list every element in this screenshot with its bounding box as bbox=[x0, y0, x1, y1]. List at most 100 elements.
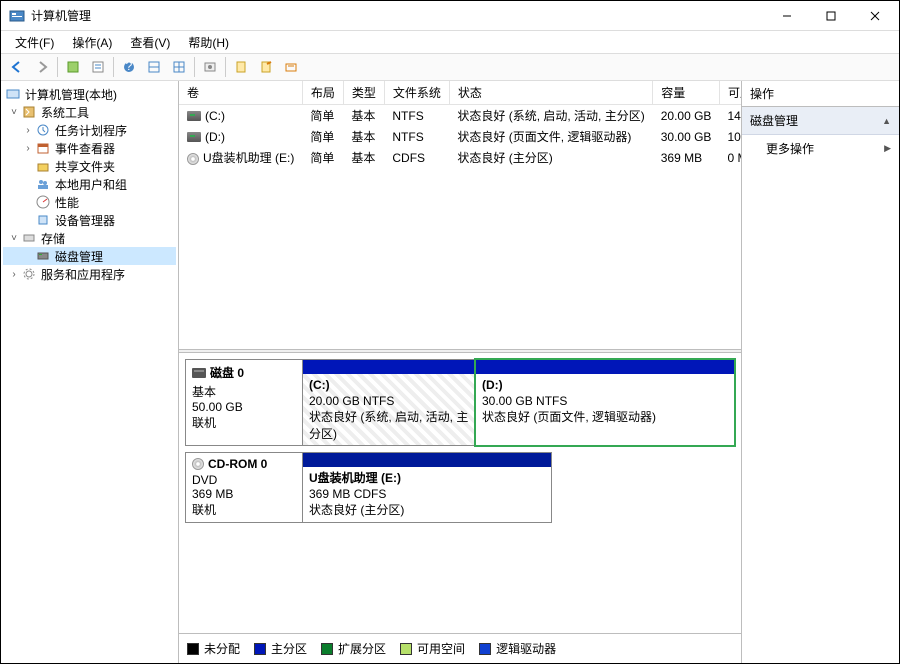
drive-icon bbox=[187, 132, 201, 142]
main-pane: 卷布局类型文件系统状态容量可用空间% 可用 (C:)简单基本NTFS状态良好 (… bbox=[179, 81, 742, 663]
volume-list[interactable]: 卷布局类型文件系统状态容量可用空间% 可用 (C:)简单基本NTFS状态良好 (… bbox=[179, 81, 741, 349]
legend-item: 主分区 bbox=[254, 640, 307, 657]
actions-pane: 操作 磁盘管理 ▲ 更多操作 ▶ bbox=[742, 81, 899, 663]
legend-label: 可用空间 bbox=[417, 640, 465, 657]
tree-node-level2[interactable]: 性能 bbox=[3, 193, 176, 211]
legend-label: 主分区 bbox=[271, 640, 307, 657]
column-header[interactable]: 容量 bbox=[653, 81, 720, 105]
refresh-button[interactable] bbox=[61, 55, 85, 79]
partition-status: 状态良好 (主分区) bbox=[309, 502, 545, 518]
partition[interactable]: (C:)20.00 GB NTFS状态良好 (系统, 启动, 活动, 主分区) bbox=[302, 359, 476, 446]
disk-name: CD-ROM 0 bbox=[208, 457, 267, 471]
disk-row: 磁盘 0 基本50.00 GB联机 (C:)20.00 GB NTFS状态良好 (系… bbox=[185, 359, 735, 446]
action-attach-button[interactable] bbox=[254, 55, 278, 79]
computer-icon bbox=[5, 86, 21, 102]
action-new-button[interactable] bbox=[229, 55, 253, 79]
actions-more[interactable]: 更多操作 ▶ bbox=[742, 135, 899, 162]
folder-icon bbox=[21, 266, 37, 282]
tree-toggle-icon[interactable]: › bbox=[21, 143, 35, 154]
tree-node-level1[interactable]: ›服务和应用程序 bbox=[3, 265, 176, 283]
chevron-right-icon: ▶ bbox=[884, 143, 891, 154]
tree-node-level2[interactable]: ›事件查看器 bbox=[3, 139, 176, 157]
column-header[interactable]: 状态 bbox=[449, 81, 652, 105]
svg-text:?: ? bbox=[126, 60, 133, 73]
menu-view[interactable]: 查看(V) bbox=[122, 32, 178, 53]
tree-node-level2[interactable]: 本地用户和组 bbox=[3, 175, 176, 193]
chevron-up-icon: ▲ bbox=[882, 116, 891, 126]
disk-info-box[interactable]: 磁盘 0 基本50.00 GB联机 bbox=[185, 359, 303, 446]
disc-icon bbox=[187, 153, 199, 165]
partition-size: 30.00 GB NTFS bbox=[482, 393, 728, 409]
close-button[interactable] bbox=[853, 2, 897, 30]
tree-root[interactable]: 计算机管理(本地) bbox=[3, 85, 176, 103]
menu-help[interactable]: 帮助(H) bbox=[180, 32, 237, 53]
tree-node-level2[interactable]: › 任务计划程序 bbox=[3, 121, 176, 139]
view-list-button[interactable] bbox=[142, 55, 166, 79]
disk-state: 联机 bbox=[192, 414, 296, 431]
tree-pane[interactable]: 计算机管理(本地) ˅ 系统工具 › 任务计划程序›事件查看器共享文件夹本地用户和组性… bbox=[1, 81, 179, 663]
tree-toggle-icon[interactable]: › bbox=[7, 269, 21, 280]
view-detail-button[interactable] bbox=[167, 55, 191, 79]
disk-info-box[interactable]: CD-ROM 0DVD369 MB联机 bbox=[185, 452, 303, 523]
volume-row[interactable]: (C:)简单基本NTFS状态良好 (系统, 启动, 活动, 主分区)20.00 … bbox=[179, 105, 741, 127]
disk-size: 50.00 GB bbox=[192, 400, 296, 414]
item-icon bbox=[35, 194, 51, 210]
minimize-button[interactable] bbox=[765, 2, 809, 30]
help-button[interactable]: ? bbox=[117, 55, 141, 79]
disk-row: CD-ROM 0DVD369 MB联机U盘装机助理 (E:)369 MB CDF… bbox=[185, 452, 735, 523]
disk-name: 磁盘 0 bbox=[210, 364, 244, 381]
titlebar: 计算机管理 bbox=[1, 1, 899, 31]
tree-node-level1[interactable]: ˅ 系统工具 bbox=[3, 103, 176, 121]
maximize-button[interactable] bbox=[809, 2, 853, 30]
disc-icon bbox=[192, 458, 204, 470]
column-header[interactable]: 卷 bbox=[179, 81, 302, 105]
partition-title: (D:) bbox=[482, 377, 728, 393]
volume-row[interactable]: U盘装机助理 (E:)简单基本CDFS状态良好 (主分区)369 MB0 MB0… bbox=[179, 147, 741, 168]
partition-title: U盘装机助理 (E:) bbox=[309, 470, 545, 486]
partition-status: 状态良好 (页面文件, 逻辑驱动器) bbox=[482, 409, 728, 425]
legend-item: 可用空间 bbox=[400, 640, 465, 657]
action-options-button[interactable] bbox=[279, 55, 303, 79]
tree-label: 任务计划程序 bbox=[55, 122, 127, 139]
column-header[interactable]: 文件系统 bbox=[384, 81, 449, 105]
body: 计算机管理(本地) ˅ 系统工具 › 任务计划程序›事件查看器共享文件夹本地用户和组性… bbox=[1, 81, 899, 663]
back-button[interactable] bbox=[5, 55, 29, 79]
tree-node-level1[interactable]: ˅存储 bbox=[3, 229, 176, 247]
actions-more-label: 更多操作 bbox=[766, 140, 814, 157]
actions-group-header[interactable]: 磁盘管理 ▲ bbox=[742, 107, 899, 135]
item-icon bbox=[35, 140, 51, 156]
column-header[interactable]: 可用空间 bbox=[719, 81, 741, 105]
toolbar-separator bbox=[194, 57, 195, 77]
item-icon bbox=[35, 212, 51, 228]
app-window: 计算机管理 文件(F) 操作(A) 查看(V) 帮助(H) ? bbox=[0, 0, 900, 664]
tree-toggle-icon[interactable]: › bbox=[21, 125, 35, 136]
menu-action[interactable]: 操作(A) bbox=[64, 32, 120, 53]
column-header[interactable]: 布局 bbox=[302, 81, 343, 105]
settings-button[interactable] bbox=[198, 55, 222, 79]
legend-item: 未分配 bbox=[187, 640, 240, 657]
toolbar-separator bbox=[57, 57, 58, 77]
volume-row[interactable]: (D:)简单基本NTFS状态良好 (页面文件, 逻辑驱动器)30.00 GB10… bbox=[179, 126, 741, 147]
actions-header: 操作 bbox=[742, 81, 899, 107]
menu-file[interactable]: 文件(F) bbox=[7, 32, 62, 53]
disk-graphical-pane[interactable]: 磁盘 0 基本50.00 GB联机 (C:)20.00 GB NTFS状态良好 (系… bbox=[179, 353, 741, 633]
partition-size: 20.00 GB NTFS bbox=[309, 393, 469, 409]
tree-toggle-icon[interactable]: ˅ bbox=[7, 233, 21, 244]
tree-toggle-icon[interactable]: ˅ bbox=[7, 107, 21, 118]
tree-node-level2[interactable]: 磁盘管理 bbox=[3, 247, 176, 265]
partition[interactable]: (D:)30.00 GB NTFS状态良好 (页面文件, 逻辑驱动器) bbox=[475, 359, 735, 446]
properties-button[interactable] bbox=[86, 55, 110, 79]
tree-node-level2[interactable]: 共享文件夹 bbox=[3, 157, 176, 175]
partition-color-bar bbox=[303, 453, 551, 467]
disk-kind: 基本 bbox=[192, 383, 296, 400]
tree-label: 性能 bbox=[55, 194, 79, 211]
partition-color-bar bbox=[303, 360, 475, 374]
legend-label: 未分配 bbox=[204, 640, 240, 657]
disk-size: 369 MB bbox=[192, 487, 296, 501]
forward-button[interactable] bbox=[30, 55, 54, 79]
tree-label: 系统工具 bbox=[41, 104, 89, 121]
tree-node-level2[interactable]: 设备管理器 bbox=[3, 211, 176, 229]
partition[interactable]: U盘装机助理 (E:)369 MB CDFS状态良好 (主分区) bbox=[302, 452, 552, 523]
column-header[interactable]: 类型 bbox=[343, 81, 384, 105]
partition-status: 状态良好 (系统, 启动, 活动, 主分区) bbox=[309, 409, 469, 441]
